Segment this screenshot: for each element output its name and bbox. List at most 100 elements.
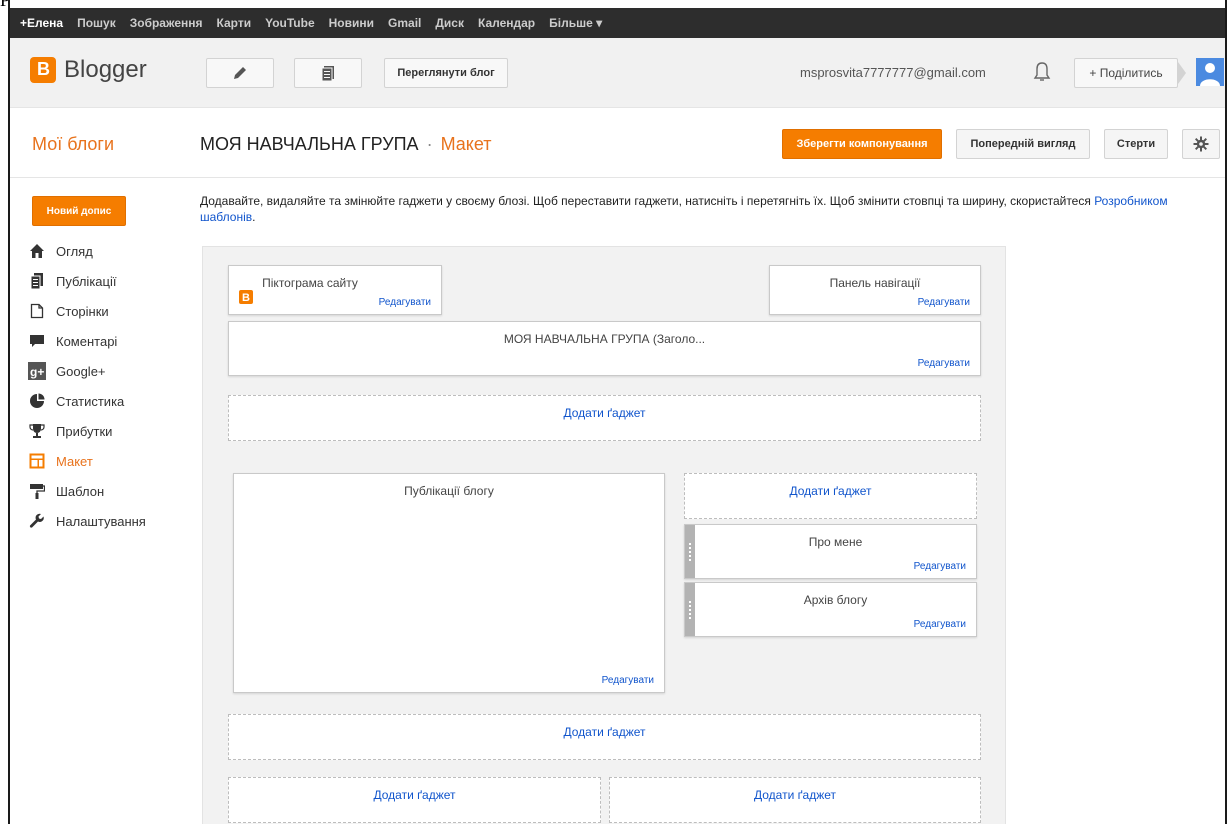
- edit-link[interactable]: Редагувати: [918, 297, 970, 308]
- gbar-calendar[interactable]: Календар: [478, 16, 535, 30]
- sidebar-item-settings[interactable]: Налаштування: [28, 506, 146, 536]
- posts-icon: [28, 272, 46, 290]
- google-plus-icon: g+: [28, 362, 46, 380]
- edit-link[interactable]: Редагувати: [379, 297, 431, 308]
- layout-canvas: Піктограма сайту B Редагувати Панель нав…: [202, 246, 1006, 824]
- template-icon: [28, 482, 46, 500]
- edit-link[interactable]: Редагувати: [914, 619, 966, 630]
- new-post-button[interactable]: Новий допис: [32, 196, 126, 226]
- add-gadget-label: Додати ґаджет: [373, 788, 456, 802]
- blogger-logo[interactable]: Blogger: [30, 56, 147, 84]
- browser-frame: +Елена Пошук Зображення Карти YouTube Но…: [8, 0, 1227, 824]
- my-blogs-link[interactable]: Мої блоги: [32, 134, 114, 155]
- sidebar-item-stats[interactable]: Статистика: [28, 386, 146, 416]
- gadget-title: Піктограма сайту: [262, 276, 358, 290]
- google-bar: +Елена Пошук Зображення Карти YouTube Но…: [10, 8, 1225, 38]
- gadget-about-me[interactable]: Про мене Редагувати: [684, 524, 977, 579]
- blog-name: МОЯ НАВЧАЛЬНА ГРУПА: [200, 134, 419, 154]
- preview-button[interactable]: Попередній вигляд: [956, 129, 1090, 159]
- add-gadget-main-bottom[interactable]: Додати ґаджет: [228, 714, 981, 760]
- sidebar-item-label: Статистика: [56, 393, 125, 409]
- add-gadget-label: Додати ґаджет: [563, 725, 646, 739]
- clear-button[interactable]: Стерти: [1104, 129, 1168, 159]
- gbar-search[interactable]: Пошук: [77, 16, 116, 30]
- gadget-header[interactable]: МОЯ НАВЧАЛЬНА ГРУПА (Заголо... Редагуват…: [228, 321, 981, 376]
- pages-icon: [28, 302, 46, 320]
- gadget-title: Про мене: [808, 535, 863, 549]
- save-arrangement-button[interactable]: Зберегти компонування: [782, 129, 942, 159]
- account-email[interactable]: msprosvita7777777@gmail.com: [800, 65, 986, 80]
- sidebar-item-overview[interactable]: Огляд: [28, 236, 146, 266]
- add-gadget-footer-left[interactable]: Додати ґаджет: [228, 777, 601, 823]
- sidebar-item-template[interactable]: Шаблон: [28, 476, 146, 506]
- sidebar-item-layout[interactable]: Макет: [28, 446, 146, 476]
- sidebar-nav: Огляд Публікації Сторінки Коментарі g+ G…: [28, 236, 146, 536]
- gadget-title: МОЯ НАВЧАЛЬНА ГРУПА (Заголо...: [503, 332, 706, 346]
- sidebar-item-label: Публікації: [56, 273, 117, 289]
- instructions-end: .: [252, 210, 256, 224]
- gbar-images[interactable]: Зображення: [130, 16, 203, 30]
- gbar-youtube[interactable]: YouTube: [265, 16, 315, 30]
- blogger-logo-icon: [30, 57, 56, 83]
- view-posts-button[interactable]: [294, 58, 362, 88]
- edit-link[interactable]: Редагувати: [918, 358, 970, 369]
- sidebar-item-pages[interactable]: Сторінки: [28, 296, 146, 326]
- drag-handle[interactable]: [685, 583, 695, 636]
- new-post-pencil-button[interactable]: [206, 58, 274, 88]
- sidebar-item-label: Налаштування: [56, 513, 146, 529]
- gadget-title: Архів блогу: [803, 593, 868, 607]
- edit-link[interactable]: Редагувати: [914, 561, 966, 572]
- settings-gear-button[interactable]: [1182, 129, 1220, 159]
- blogger-logo-text: Blogger: [64, 56, 147, 83]
- add-gadget-label: Додати ґаджет: [563, 406, 646, 420]
- gear-icon: [1193, 136, 1209, 152]
- add-gadget-label: Додати ґаджет: [753, 788, 837, 802]
- view-blog-button[interactable]: Переглянути блог: [384, 58, 508, 88]
- user-avatar-icon: [1200, 63, 1220, 86]
- wrench-icon: [28, 512, 46, 530]
- add-gadget-footer-right[interactable]: Додати ґаджет: [609, 777, 981, 823]
- title-separator: ·: [426, 134, 433, 154]
- gbar-drive[interactable]: Диск: [435, 16, 464, 30]
- gadget-favicon[interactable]: Піктограма сайту B Редагувати: [228, 265, 442, 315]
- section-name: Макет: [440, 134, 492, 154]
- share-button[interactable]: + Поділитись: [1074, 58, 1178, 88]
- add-gadget-cross-column[interactable]: Додати ґаджет: [228, 395, 981, 441]
- trophy-icon: [28, 422, 46, 440]
- sidebar-item-label: Макет: [56, 453, 93, 469]
- comments-icon: [28, 332, 46, 350]
- share-count-arrow: [1178, 62, 1186, 84]
- add-gadget-label: Додати ґаджет: [789, 484, 872, 498]
- layout-icon: [28, 452, 46, 470]
- gbar-maps[interactable]: Карти: [217, 16, 252, 30]
- sidebar-item-label: Огляд: [56, 243, 93, 259]
- sidebar-item-google-plus[interactable]: g+ Google+: [28, 356, 146, 386]
- gbar-profile[interactable]: +Елена: [20, 16, 63, 30]
- edit-link[interactable]: Редагувати: [602, 675, 654, 686]
- svg-text:B: B: [242, 292, 250, 304]
- instructions-text: Додавайте, видаляйте та змінюйте гаджети…: [200, 194, 1095, 208]
- page-title: МОЯ НАВЧАЛЬНА ГРУПА · Макет: [200, 134, 492, 155]
- title-row: Мої блоги МОЯ НАВЧАЛЬНА ГРУПА · Макет Збер…: [10, 108, 1225, 178]
- home-icon: [28, 242, 46, 260]
- drag-handle[interactable]: [685, 525, 695, 578]
- sidebar-item-comments[interactable]: Коментарі: [28, 326, 146, 356]
- sidebar-item-posts[interactable]: Публікації: [28, 266, 146, 296]
- gbar-news[interactable]: Новини: [329, 16, 374, 30]
- sidebar-item-label: Сторінки: [56, 303, 109, 319]
- gbar-gmail[interactable]: Gmail: [388, 16, 421, 30]
- gadget-blog-posts[interactable]: Публікації блогу Редагувати: [233, 473, 665, 693]
- layout-instructions: Додавайте, видаляйте та змінюйте гаджети…: [200, 193, 1210, 225]
- gbar-more[interactable]: Більше ▾: [549, 16, 602, 30]
- gadget-blog-archive[interactable]: Архів блогу Редагувати: [684, 582, 977, 637]
- sidebar-item-label: Прибутки: [56, 423, 113, 439]
- svg-text:g+: g+: [30, 365, 44, 379]
- notification-bell-icon[interactable]: [1032, 61, 1052, 83]
- pencil-icon: [234, 67, 246, 79]
- gadget-navbar[interactable]: Панель навігації Редагувати: [769, 265, 981, 315]
- sidebar-item-earnings[interactable]: Прибутки: [28, 416, 146, 446]
- avatar[interactable]: [1196, 58, 1224, 86]
- add-gadget-sidebar[interactable]: Додати ґаджет: [684, 473, 977, 519]
- sidebar-item-label: Шаблон: [56, 483, 105, 499]
- blogger-favicon-icon: B: [239, 290, 253, 304]
